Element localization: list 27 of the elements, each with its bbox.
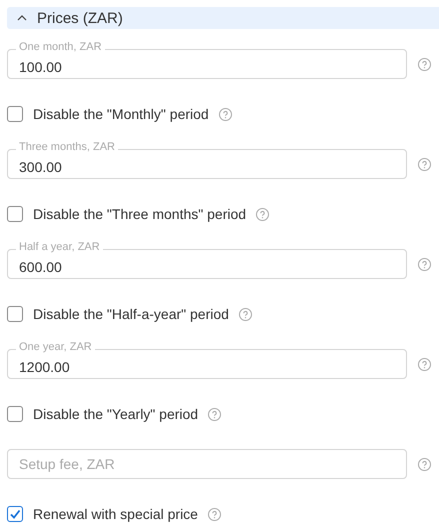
field-label: Half a year, ZAR xyxy=(16,241,103,254)
checkbox[interactable] xyxy=(7,506,23,522)
help-icon[interactable] xyxy=(238,308,252,320)
input-field[interactable]: Setup fee, ZAR xyxy=(7,449,407,479)
field-label: Three months, ZAR xyxy=(16,141,118,154)
checkbox-label: Disable the "Half-a-year" period xyxy=(33,306,229,322)
checkbox[interactable] xyxy=(7,406,23,422)
section-header[interactable]: Prices (ZAR) xyxy=(7,7,439,29)
checkbox-label: Disable the "Monthly" period xyxy=(33,106,209,122)
help-icon[interactable] xyxy=(208,408,222,420)
chevron-icon xyxy=(17,15,27,21)
checkbox[interactable] xyxy=(7,206,23,222)
help-icon[interactable] xyxy=(418,58,431,70)
checkbox[interactable] xyxy=(7,306,23,322)
checkbox-label: Disable the "Yearly" period xyxy=(33,406,198,422)
help-icon[interactable] xyxy=(418,258,431,270)
help-icon[interactable] xyxy=(418,358,431,370)
help-icon[interactable] xyxy=(208,508,221,520)
field-label: One year, ZAR xyxy=(16,341,95,354)
checkbox-label: Renewal with special price xyxy=(33,506,198,522)
help-icon[interactable] xyxy=(418,458,431,470)
help-icon[interactable] xyxy=(218,108,232,120)
checkbox-label: Disable the "Three months" period xyxy=(33,206,246,222)
help-icon[interactable] xyxy=(256,208,270,220)
help-icon[interactable] xyxy=(418,158,431,170)
field-label: One month, ZAR xyxy=(16,41,105,54)
checkbox[interactable] xyxy=(7,106,23,122)
